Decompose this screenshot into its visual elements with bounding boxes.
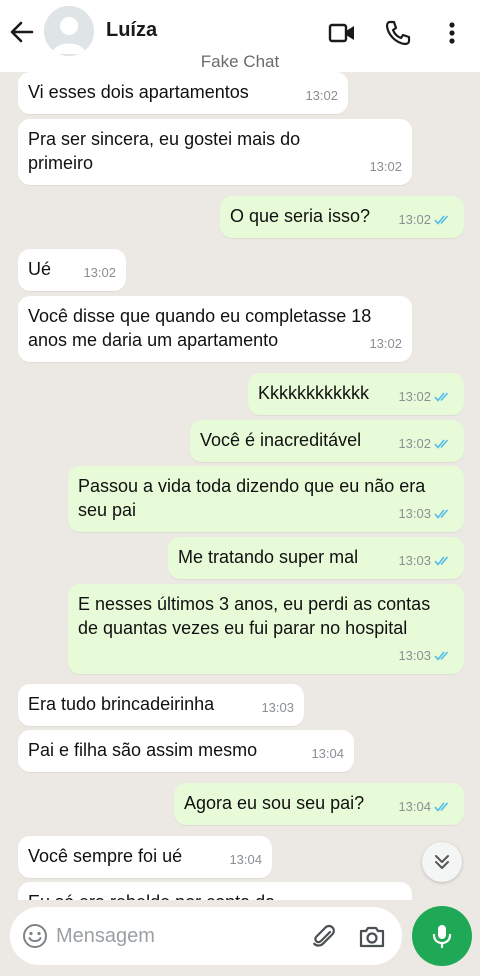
message-time: 13:04: [398, 799, 431, 814]
double-chevron-down-icon: [435, 855, 449, 869]
message-meta: 13:02: [369, 155, 402, 179]
read-ticks-icon: [434, 651, 449, 661]
read-ticks-icon: [434, 556, 449, 566]
message-time: 13:02: [369, 159, 402, 174]
message-text: Pai e filha são assim mesmo: [28, 740, 258, 760]
default-avatar-icon: [44, 6, 94, 56]
message-time: 13:02: [83, 265, 116, 280]
message-time: 13:02: [398, 389, 431, 404]
message-bubble-outgoing[interactable]: Você é inacreditável 13:02: [190, 420, 464, 462]
message-meta: 13:02: [369, 332, 402, 356]
message-meta: 13:03: [398, 644, 454, 668]
message-bubble-incoming[interactable]: Pra ser sincera, eu gostei mais do prime…: [18, 119, 412, 185]
avatar[interactable]: [44, 6, 94, 56]
message-text: Eu só era rebelde por conta da: [28, 890, 402, 900]
message-bubble-incoming[interactable]: Pai e filha são assim mesmo 13:04: [18, 730, 354, 772]
microphone-button[interactable]: [412, 906, 472, 966]
message-text: Vi esses dois apartamentos: [28, 82, 249, 102]
phone-icon[interactable]: [384, 19, 412, 47]
read-ticks-icon: [434, 215, 449, 225]
chat-area[interactable]: Vi esses dois apartamentos 13:02 Pra ser…: [0, 0, 480, 900]
message-time: 13:02: [398, 212, 431, 227]
read-ticks-icon: [434, 509, 449, 519]
message-meta: 13:02: [398, 385, 454, 409]
emoji-icon[interactable]: [22, 923, 48, 949]
more-vertical-icon[interactable]: [438, 19, 466, 47]
microphone-icon: [432, 925, 452, 949]
message-meta: 13:02: [305, 84, 338, 108]
message-bubble-incoming[interactable]: Era tudo brincadeirinha 13:03: [18, 684, 304, 726]
message-meta: 13:04: [311, 742, 344, 766]
message-bubble-incoming[interactable]: Você sempre foi ué 13:04: [18, 836, 272, 878]
message-meta: 13:02: [398, 432, 454, 456]
read-ticks-icon: [434, 439, 449, 449]
read-ticks-icon: [434, 802, 449, 812]
read-ticks-icon: [434, 392, 449, 402]
message-bubble-incoming[interactable]: Vi esses dois apartamentos 13:02: [18, 72, 348, 114]
message-time: 13:02: [305, 88, 338, 103]
message-text: Você disse que quando eu completasse 18 …: [28, 306, 372, 350]
message-time: 13:04: [229, 852, 262, 867]
message-time: 13:03: [261, 700, 294, 715]
message-bubble-outgoing[interactable]: Kkkkkkkkkkkk 13:02: [248, 373, 464, 415]
scroll-down-button[interactable]: [422, 842, 462, 882]
message-bubble-outgoing[interactable]: O que seria isso? 13:02: [220, 196, 464, 238]
message-meta: 13:03: [398, 502, 454, 526]
camera-icon[interactable]: [358, 923, 386, 951]
message-input[interactable]: Mensagem: [56, 925, 155, 948]
message-time: 13:03: [398, 506, 431, 521]
message-bubble-incoming[interactable]: Eu só era rebelde por conta da: [18, 882, 412, 900]
arrow-left-icon[interactable]: [8, 18, 36, 46]
message-time: 13:03: [398, 553, 431, 568]
message-text: Era tudo brincadeirinha: [28, 694, 215, 714]
message-meta: 13:02: [398, 208, 454, 232]
message-text: Pra ser sincera, eu gostei mais do prime…: [28, 129, 301, 173]
chat-subtitle: Fake Chat: [200, 52, 280, 71]
message-time: 13:02: [398, 436, 431, 451]
message-composer: Mensagem: [10, 907, 402, 965]
message-meta: 13:04: [398, 795, 454, 819]
message-text: Você sempre foi ué: [28, 846, 183, 866]
message-time: 13:02: [369, 336, 402, 351]
message-meta: 13:03: [398, 549, 454, 573]
message-bubble-outgoing[interactable]: Passou a vida toda dizendo que eu não er…: [68, 466, 464, 532]
message-time: 13:03: [398, 648, 431, 663]
contact-name[interactable]: Luíza: [106, 19, 157, 42]
message-bubble-outgoing[interactable]: Me tratando super mal 13:03: [168, 537, 464, 579]
message-meta: 13:03: [261, 696, 294, 720]
message-bubble-outgoing[interactable]: E nesses últimos 3 anos, eu perdi as con…: [68, 584, 464, 674]
message-bubble-outgoing[interactable]: Agora eu sou seu pai? 13:04: [174, 783, 464, 825]
paperclip-icon[interactable]: [310, 923, 338, 951]
message-bubble-incoming[interactable]: Você disse que quando eu completasse 18 …: [18, 296, 412, 362]
message-time: 13:04: [311, 746, 344, 761]
message-meta: 13:02: [83, 261, 116, 285]
message-bubble-incoming[interactable]: Ué 13:02: [18, 249, 126, 291]
message-text: Passou a vida toda dizendo que eu não er…: [78, 476, 426, 520]
message-meta: 13:04: [229, 848, 262, 872]
message-text: E nesses últimos 3 anos, eu perdi as con…: [78, 594, 431, 638]
video-call-icon[interactable]: [328, 19, 356, 47]
